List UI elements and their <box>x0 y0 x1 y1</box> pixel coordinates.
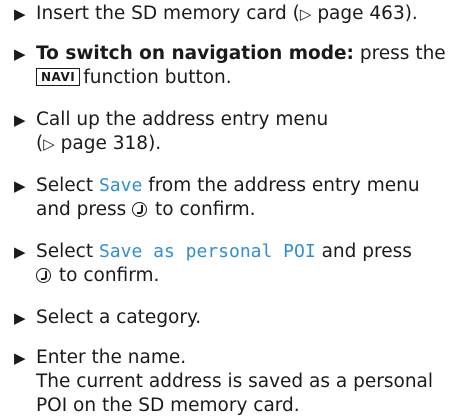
step-insert-sd-card: ▶ Insert the SD memory card (▷ page 463)… <box>14 3 418 24</box>
step-marker-icon: ▶ <box>14 45 26 63</box>
page-reference: page 318 <box>60 133 149 154</box>
display-text-save-as-poi: Save as personal POI <box>98 241 316 262</box>
step-select-category: ▶ Select a category. <box>12 306 201 330</box>
page-reference: page 463 <box>317 3 405 24</box>
step-heading: To switch on navigation mode: <box>36 43 354 64</box>
step-select-save-as-poi: ▶ Select Save as personal POI and press … <box>14 241 412 286</box>
step-switch-navigation: ▶ To switch on navigation mode: press th… <box>14 43 446 88</box>
step-marker-icon: ▶ <box>14 111 26 129</box>
step-marker-icon: ▶ <box>14 5 26 23</box>
result-text: The current address is saved as a person… <box>36 371 434 392</box>
step-text: Enter the name. <box>36 347 187 368</box>
controller-press-icon <box>132 202 148 217</box>
display-text-save: Save <box>98 175 143 196</box>
step-marker-icon: ▶ <box>14 243 26 261</box>
step-text: Insert the SD memory card ( <box>36 3 300 24</box>
step-text: Select a category. <box>36 307 202 328</box>
navi-key-icon: NAVI <box>36 68 81 86</box>
page-ref-arrow-icon: ▷ <box>299 5 312 23</box>
page-ref-arrow-icon: ▷ <box>43 135 55 153</box>
step-text: Call up the address entry menu <box>36 109 329 130</box>
step-address-entry-menu: ▶ Call up the address entry menu (▷ page … <box>14 109 329 154</box>
step-marker-icon: ▶ <box>14 177 26 195</box>
controller-press-icon <box>36 268 51 283</box>
step-marker-icon: ▶ <box>14 309 26 327</box>
step-select-save: ▶ Select Save from the address entry men… <box>14 175 420 220</box>
step-marker-icon: ▶ <box>14 349 26 367</box>
step-enter-name: ▶ Enter the name. The current address is … <box>14 347 434 416</box>
